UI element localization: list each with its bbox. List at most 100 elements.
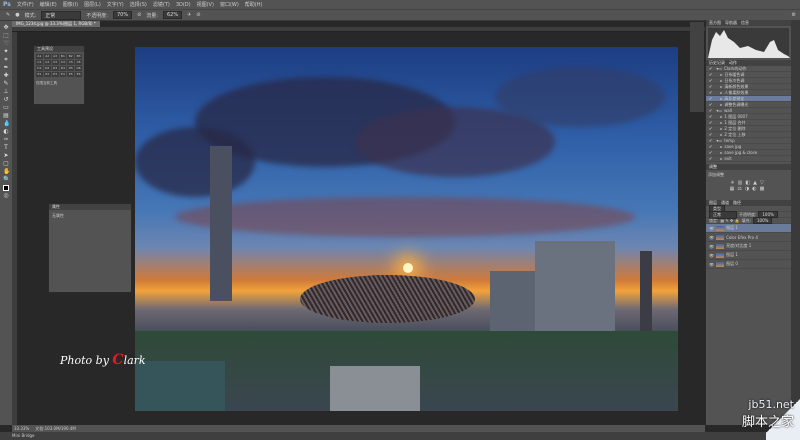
shape-tool-icon[interactable]: ▢ [3,161,9,167]
preset-cell[interactable]: C2 [43,60,51,65]
preset-cell[interactable]: E5 [67,72,75,77]
eye-icon[interactable]: 👁 [709,253,714,258]
type-tool-icon[interactable]: T [3,145,9,151]
check-icon[interactable]: ✔ [709,66,712,71]
preset-cell[interactable]: B3 [75,54,82,59]
path-select-icon[interactable]: ➤ [3,153,9,159]
collapsed-panel-icons[interactable] [690,22,704,112]
menu-select[interactable]: 选择(S) [130,1,147,8]
preset-cell[interactable]: D1 [36,66,43,71]
quick-select-tool-icon[interactable]: ✦ [3,49,9,55]
check-icon[interactable]: ✔ [709,126,712,131]
pen-tool-icon[interactable]: ✑ [3,137,9,143]
check-icon[interactable]: ✔ [709,78,712,83]
check-icon[interactable]: ✔ [709,72,712,77]
layer-row[interactable]: 👁 Color Efex Pro 4 [706,233,791,242]
menu-view[interactable]: 视图(V) [197,1,214,8]
fill-input[interactable]: 100% [753,217,773,224]
preset-cell[interactable]: D6 [75,66,82,71]
zoom-level[interactable]: 33.33% [14,425,29,432]
preset-cell[interactable]: A2 [43,54,51,59]
check-icon[interactable]: ✔ [709,102,712,107]
eye-icon[interactable]: 👁 [709,244,714,249]
workspace-icon[interactable]: ⚙ [792,12,796,18]
preset-cell[interactable]: A3 [51,54,59,59]
lock-icons[interactable]: ▦ ✎ ✥ 🔒 [720,218,739,223]
check-icon[interactable]: ✔ [709,108,712,113]
zoom-tool-icon[interactable]: 🔍 [3,177,10,183]
preset-cell[interactable]: C1 [36,60,43,65]
airbrush-icon[interactable]: ✈ [187,12,191,18]
eye-icon[interactable]: 👁 [709,235,714,240]
layer-row[interactable]: 👁 图层 0 [706,260,791,269]
preset-cell[interactable]: D5 [67,66,75,71]
mode-select[interactable]: 正常 [41,10,82,20]
current-tool-only-checkbox[interactable]: 仅限当前工具 [34,79,84,88]
preset-cell[interactable]: E1 [36,72,43,77]
check-icon[interactable]: ✔ [709,114,712,119]
check-icon[interactable]: ✔ [709,144,712,149]
preset-cell[interactable]: C6 [75,60,82,65]
preset-cell[interactable]: D4 [59,66,67,71]
hand-tool-icon[interactable]: ✋ [3,169,10,175]
check-icon[interactable]: ✔ [709,132,712,137]
horizontal-ruler[interactable] [12,27,705,32]
preset-cell[interactable]: D2 [43,66,51,71]
preset-cell[interactable]: C4 [59,60,67,65]
check-icon[interactable]: ✔ [709,150,712,155]
check-icon[interactable]: ✔ [709,138,712,143]
crop-tool-icon[interactable]: ⌗ [3,57,9,63]
menu-edit[interactable]: 编辑(E) [40,1,57,8]
tab-navigator[interactable]: 导航器 [725,20,737,26]
check-icon[interactable]: ✔ [709,90,712,95]
dodge-tool-icon[interactable]: ◐ [3,129,9,135]
pressure-size-icon[interactable]: ⊘ [196,12,200,18]
menu-3d[interactable]: 3D(D) [176,2,191,8]
preset-cell[interactable]: D3 [51,66,59,71]
history-brush-icon[interactable]: ↺ [3,97,9,103]
menu-image[interactable]: 图像(I) [63,1,78,8]
preset-cell[interactable]: E3 [51,72,59,77]
menu-file[interactable]: 文件(F) [17,1,34,8]
pressure-opacity-icon[interactable]: ⊘ [137,12,141,18]
brush-preset-icon[interactable]: ● [15,12,19,18]
tab-adjustments[interactable]: 调整 [709,164,717,170]
preset-cell[interactable]: E4 [59,72,67,77]
flow-input[interactable]: 62% [162,11,183,19]
menu-help[interactable]: 帮助(H) [245,1,263,8]
marquee-tool-icon[interactable]: ⬚ [3,33,9,39]
blur-tool-icon[interactable]: 💧 [3,121,10,127]
stamp-tool-icon[interactable]: ⊥ [3,89,9,95]
color-swatches-icon[interactable] [3,185,9,191]
eyedropper-tool-icon[interactable]: ✒ [3,65,9,71]
preset-cell[interactable]: E2 [43,72,51,77]
check-icon[interactable]: ✔ [709,120,712,125]
eye-icon[interactable]: 👁 [709,226,714,231]
eraser-tool-icon[interactable]: ▭ [3,105,9,111]
tab-histogram[interactable]: 直方图 [709,20,721,26]
check-icon[interactable]: ✔ [709,156,712,161]
eye-icon[interactable]: 👁 [709,262,714,267]
mini-bridge-tab[interactable]: Mini Bridge [0,432,800,440]
menu-window[interactable]: 窗口(W) [220,1,239,8]
canvas-photo[interactable] [135,47,678,411]
menu-filter[interactable]: 滤镜(T) [153,1,170,8]
healing-tool-icon[interactable]: ✚ [3,73,9,79]
check-icon[interactable]: ✔ [709,84,712,89]
preset-cell[interactable]: C5 [67,60,75,65]
check-icon[interactable]: ✔ [709,96,712,101]
brush-tool-icon[interactable]: ✎ [3,81,9,87]
opacity-input[interactable]: 70% [112,11,133,19]
brush-icon[interactable]: ✎ [6,12,10,18]
gradient-tool-icon[interactable]: ▤ [3,113,9,119]
menu-layer[interactable]: 图层(L) [84,1,101,8]
doc-size[interactable]: 文档:103.0M/190.4M [35,425,76,432]
preset-cell[interactable]: E6 [75,72,82,77]
layer-row[interactable]: 👁 图层 1 [706,251,791,260]
tab-paths[interactable]: 路径 [733,200,741,206]
vertical-ruler[interactable] [12,32,17,425]
layer-row[interactable]: 👁 亮度/对比度 1 [706,242,791,251]
panel-scrollbar[interactable] [791,20,800,425]
action-item[interactable]: ✔ ▸ exit [706,156,791,162]
preset-cell[interactable]: C3 [51,60,59,65]
